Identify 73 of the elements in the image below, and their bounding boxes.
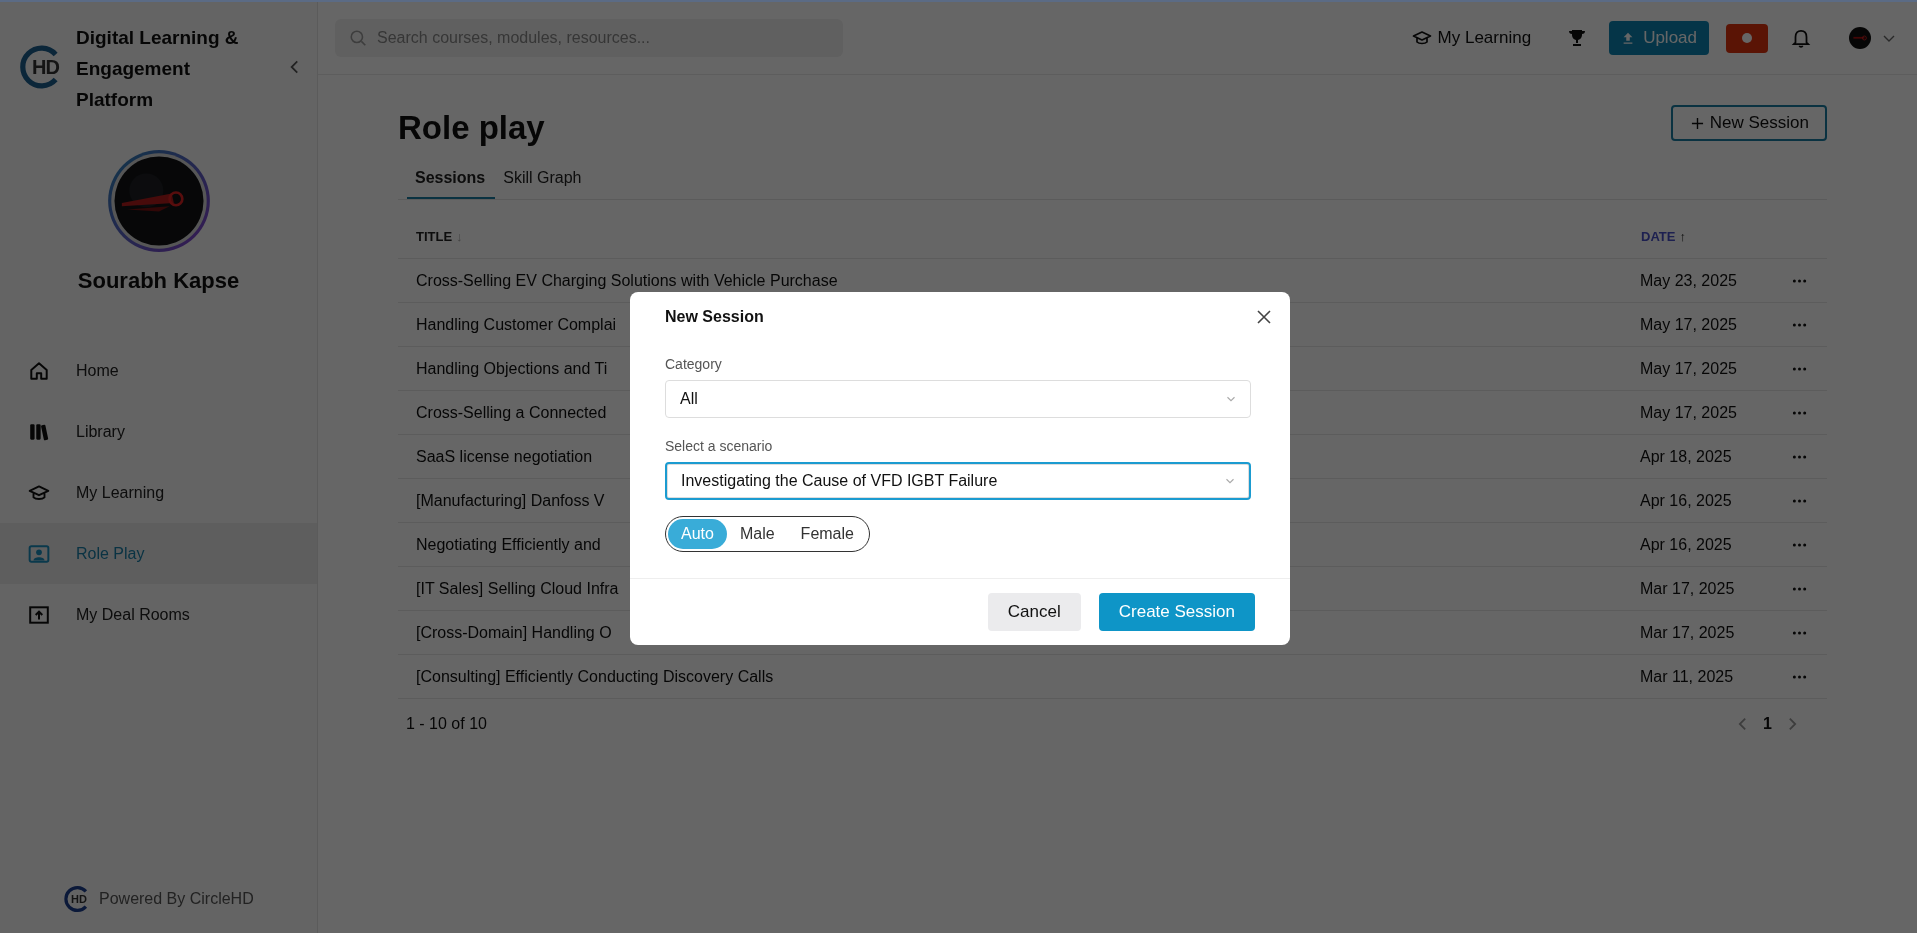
- more-icon[interactable]: [1792, 674, 1807, 679]
- pagination-range: 1 - 10 of 10: [405, 715, 487, 733]
- record-button[interactable]: [1726, 23, 1768, 53]
- next-page-icon[interactable]: [1788, 716, 1797, 732]
- page-title: Role play: [398, 109, 545, 147]
- more-icon[interactable]: [1792, 498, 1807, 503]
- sidebar-item[interactable]: Library: [0, 401, 317, 462]
- home-icon: [28, 359, 50, 382]
- table-cell: Cross-Selling EV Charging Solutions with Vehicle Purchase: [416, 271, 838, 289]
- previous-page-icon[interactable]: [1738, 716, 1748, 732]
- table-cell-text: Mar 17, 2025: [1640, 623, 1736, 642]
- sidebar-item[interactable]: My Deal Rooms: [0, 584, 317, 645]
- sidebar-item[interactable]: My Learning: [0, 462, 317, 523]
- powered-by-text: Powered By CircleHD: [99, 890, 254, 908]
- table-cell: [Consulting] Efficiently Conducting Discovery Calls: [416, 667, 774, 685]
- more-icon[interactable]: [1792, 454, 1807, 459]
- table-cell-text: May 23, 2025: [1640, 271, 1738, 290]
- field-label: Category: [665, 356, 722, 372]
- user-name: Sourabh Kapse: [77, 268, 240, 294]
- table-cell: [IT Sales] Selling Cloud Infra: [416, 579, 619, 597]
- field-label: Select a scenario: [665, 438, 773, 454]
- table-cell: SaaS license negotiation: [416, 447, 593, 465]
- table-cell-text: Apr 16, 2025: [1640, 535, 1733, 554]
- table-cell-text: Apr 16, 2025: [1640, 491, 1733, 510]
- sidebar-item[interactable]: Home: [0, 340, 317, 401]
- table-cell-text: Apr 18, 2025: [1640, 447, 1733, 466]
- more-icon[interactable]: [1792, 410, 1807, 415]
- more-icon[interactable]: [1792, 542, 1807, 547]
- table-cell-text: Mar 17, 2025: [1640, 579, 1736, 598]
- tab[interactable]: Skill Graph: [495, 169, 592, 199]
- sidebar-item[interactable]: Role Play: [0, 523, 317, 584]
- trophy-icon[interactable]: [1567, 28, 1588, 48]
- dialog-title: New Session: [665, 308, 764, 326]
- person-card-icon: [28, 542, 50, 565]
- table-cell: Negotiating Efficiently and: [416, 535, 601, 553]
- more-icon[interactable]: [1792, 366, 1807, 371]
- table-cell: [Cross-Domain] Handling O: [416, 623, 612, 641]
- column-header[interactable]: TITLE: [416, 228, 453, 244]
- page-number[interactable]: 1: [1763, 715, 1772, 733]
- sort-arrow[interactable]: ↓: [456, 228, 463, 244]
- voice-option[interactable]: Auto: [668, 519, 727, 549]
- new-session-button[interactable]: New Session: [1670, 105, 1827, 141]
- cancel-button[interactable]: Cancel: [987, 593, 1081, 631]
- upload-box-icon: [28, 603, 50, 626]
- tab[interactable]: Sessions: [407, 169, 496, 199]
- table-cell-text: May 17, 2025: [1640, 359, 1738, 378]
- create-session-button[interactable]: Create Session: [1098, 593, 1255, 631]
- table-cell: Cross-Selling a Connected: [416, 403, 607, 421]
- more-icon[interactable]: [1792, 322, 1807, 327]
- footer-logo: HD: [63, 885, 91, 913]
- my-learning-link[interactable]: My Learning: [1411, 28, 1532, 48]
- scenario-select[interactable]: Investigating the Cause of VFD IGBT Failure: [665, 462, 1251, 500]
- close-icon[interactable]: [1256, 309, 1272, 325]
- more-icon[interactable]: [1792, 586, 1807, 591]
- more-icon[interactable]: [1792, 278, 1807, 283]
- column-header[interactable]: DATE: [1641, 228, 1676, 244]
- category-select[interactable]: All: [665, 380, 1251, 418]
- upload-button[interactable]: Upload: [1609, 21, 1709, 55]
- bell-icon[interactable]: [1790, 27, 1812, 49]
- more-icon[interactable]: [1792, 630, 1807, 635]
- table-cell-text: May 17, 2025: [1640, 403, 1738, 422]
- voice-option[interactable]: Male: [726, 519, 788, 549]
- search-icon: [349, 29, 367, 47]
- table-cell: Handling Customer Complai: [416, 315, 617, 333]
- plus-icon: [1690, 116, 1704, 130]
- table-cell-text: May 17, 2025: [1640, 315, 1738, 334]
- sort-arrow[interactable]: ↑: [1679, 228, 1686, 244]
- app-title: Digital Learning & Engagement Platform: [76, 26, 240, 112]
- table-cell: Handling Objections and Ti: [416, 359, 608, 377]
- voice-option[interactable]: Female: [787, 519, 867, 549]
- table-cell: [Manufacturing] Danfoss V: [416, 491, 605, 509]
- logo: HD: [18, 44, 64, 90]
- table-cell-text: Mar 11, 2025: [1640, 667, 1735, 686]
